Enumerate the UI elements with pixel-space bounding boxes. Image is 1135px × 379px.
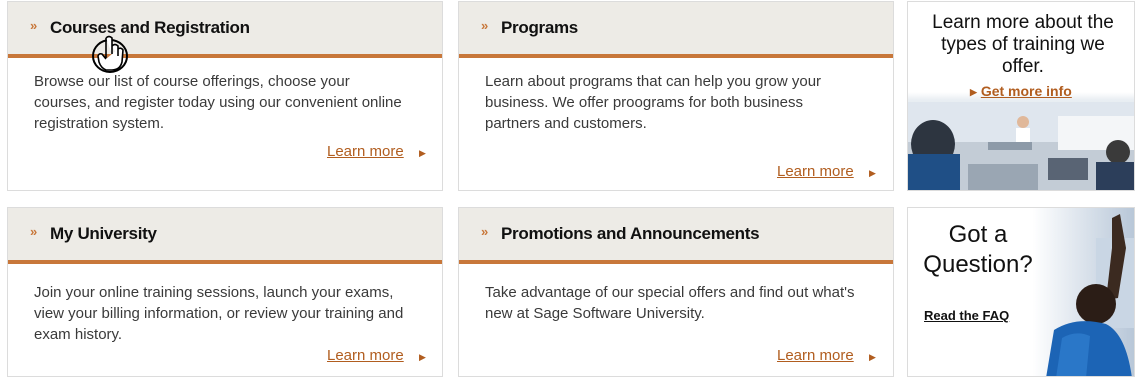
- read-faq-link[interactable]: Read the FAQ: [924, 308, 1009, 323]
- card-my-university: » My University Join your online trainin…: [7, 207, 443, 377]
- card-header: » Programs: [459, 2, 893, 58]
- card-header: » Courses and Registration: [8, 2, 442, 58]
- arrow-right-icon: ▶: [970, 87, 977, 97]
- chevron-right-icon: »: [481, 224, 489, 239]
- card-title-link[interactable]: Courses and Registration: [50, 18, 250, 38]
- arrow-right-icon: ▶: [869, 352, 876, 362]
- card-header: » Promotions and Announcements: [459, 208, 893, 264]
- card-description: Browse our list of course offerings, cho…: [34, 73, 402, 132]
- arrow-right-icon: ▶: [869, 168, 876, 178]
- learn-more-link[interactable]: Learn more: [327, 347, 404, 364]
- card-courses-registration: » Courses and Registration Browse our li…: [7, 1, 443, 191]
- chevron-right-icon: »: [481, 18, 489, 33]
- card-title-link[interactable]: Promotions and Announcements: [501, 224, 760, 244]
- classroom-photo: [908, 102, 1134, 190]
- learn-more-link[interactable]: Learn more: [777, 163, 854, 180]
- card-description: Learn about programs that can help you g…: [485, 73, 822, 132]
- card-title-link[interactable]: Programs: [501, 18, 578, 38]
- promo-heading: Learn more about the types of training w…: [932, 12, 1114, 77]
- arrow-right-icon: ▶: [419, 148, 426, 158]
- card-programs: » Programs Learn about programs that can…: [458, 1, 894, 191]
- card-promotions-announcements: » Promotions and Announcements Take adva…: [458, 207, 894, 377]
- learn-more-link[interactable]: Learn more: [777, 347, 854, 364]
- card-description: Join your online training sessions, laun…: [34, 284, 404, 343]
- arrow-right-icon: ▶: [419, 352, 426, 362]
- learn-more-link[interactable]: Learn more: [327, 143, 404, 160]
- promo-heading-line: Got a: [948, 221, 1008, 248]
- promo-heading-line: Question?: [923, 251, 1033, 278]
- promo-link-row: ▶ Get more info: [970, 83, 1072, 99]
- card-title-link[interactable]: My University: [50, 224, 157, 244]
- hand-cursor-icon: [92, 35, 128, 73]
- chevron-right-icon: »: [30, 224, 38, 239]
- card-description: Take advantage of our special offers and…: [485, 284, 855, 322]
- faq-promo-banner[interactable]: Got a Question? Read the FAQ: [907, 207, 1135, 377]
- card-header: » My University: [8, 208, 442, 264]
- chevron-right-icon: »: [30, 18, 38, 33]
- student-raising-hand-photo: [1046, 214, 1134, 376]
- get-more-info-link[interactable]: Get more info: [981, 83, 1072, 99]
- training-promo-banner[interactable]: Learn more about the types of training w…: [907, 1, 1135, 191]
- promo-heading: Got a Question?: [918, 220, 1038, 280]
